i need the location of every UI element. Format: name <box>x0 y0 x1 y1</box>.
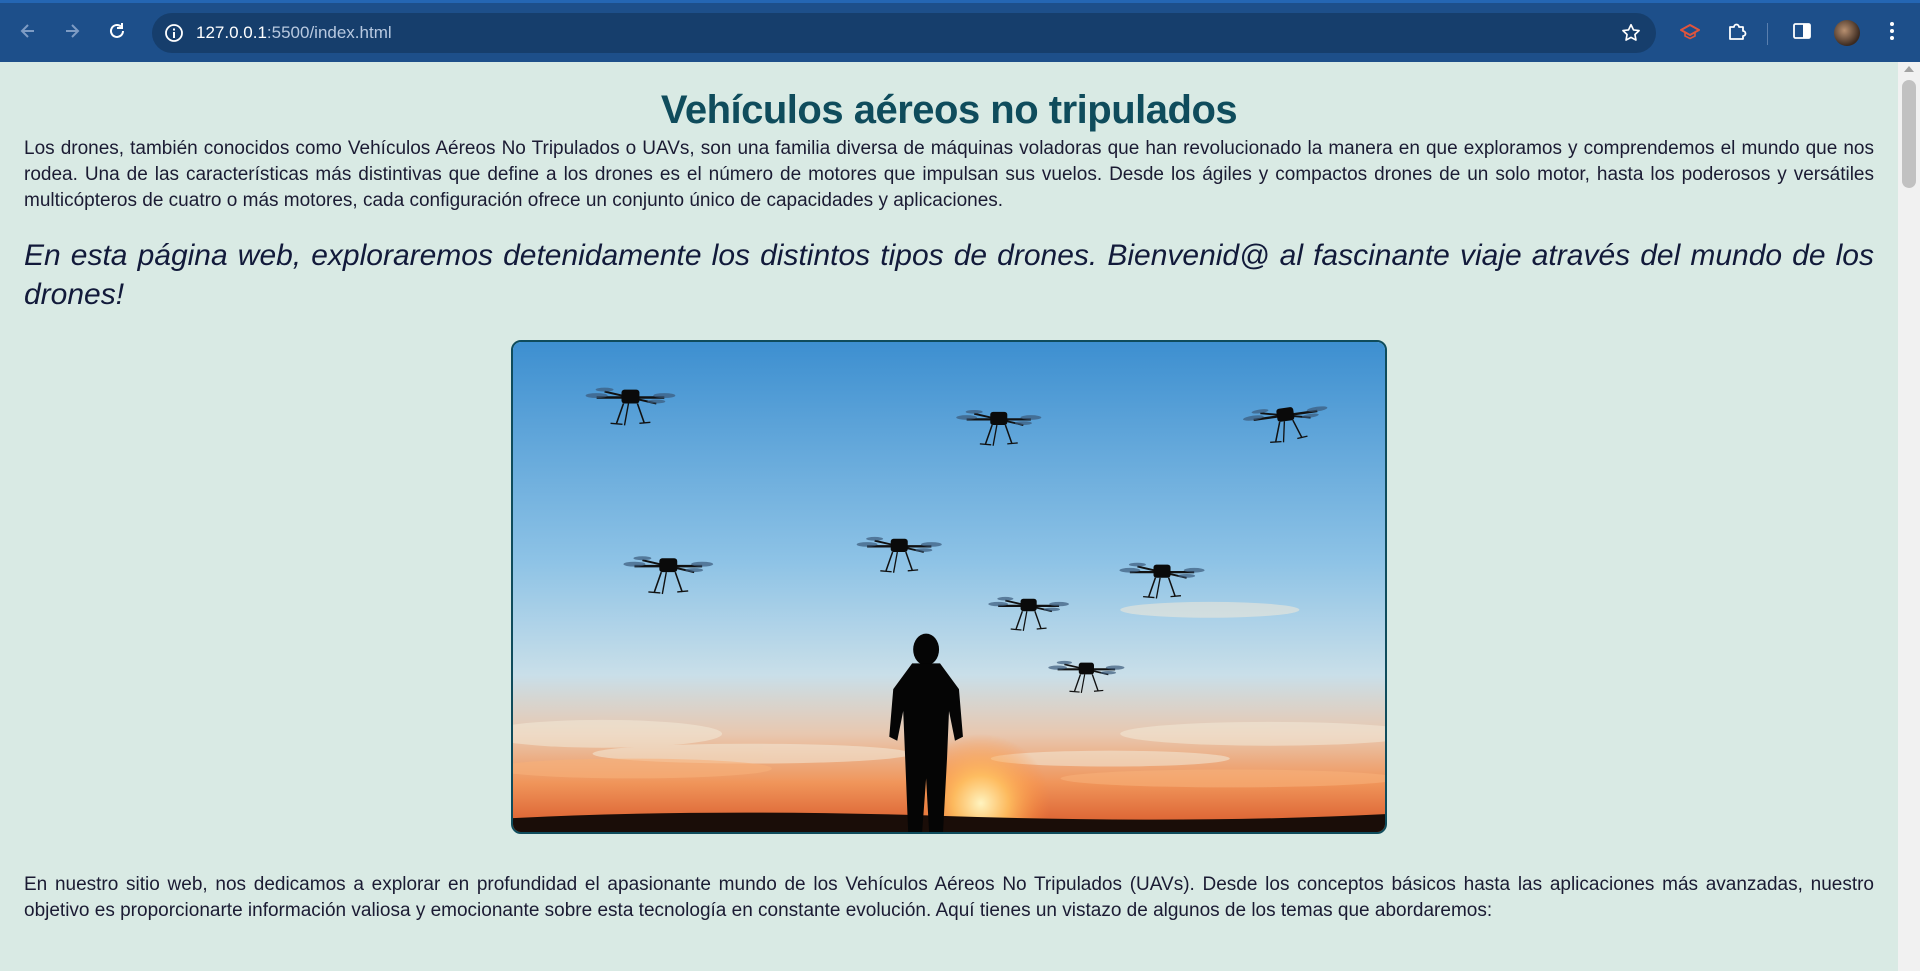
toolbar-divider <box>1767 23 1768 45</box>
scrollbar-thumb[interactable] <box>1902 80 1916 188</box>
graduation-cap-icon <box>1680 24 1700 40</box>
back-button[interactable] <box>14 17 42 45</box>
reload-icon <box>110 23 124 38</box>
puzzle-icon <box>1729 23 1747 40</box>
extensions-button[interactable] <box>1725 19 1749 43</box>
drones-sunset-illustration <box>513 342 1385 832</box>
forward-button[interactable] <box>58 17 86 45</box>
info-icon[interactable] <box>164 23 184 43</box>
arrow-right-icon <box>66 24 80 38</box>
side-panel-icon <box>1793 23 1811 39</box>
page-title: Vehículos aéreos no tripulados <box>660 88 1238 132</box>
url-host: 127.0.0.1 <box>196 23 267 42</box>
hero-image <box>511 340 1387 834</box>
browser-toolbar: 127.0.0.1:5500/index.html <box>0 0 1920 62</box>
page-viewport: Vehículos aéreos no tripulados Los drone… <box>0 62 1898 971</box>
url-text[interactable]: 127.0.0.1:5500/index.html <box>196 23 392 43</box>
arrow-left-icon <box>20 24 34 38</box>
welcome-paragraph: En esta página web, exploraremos detenid… <box>24 239 1874 311</box>
page-scrollbar[interactable] <box>1898 62 1920 971</box>
intro-paragraph: Los drones, también conocidos como Vehíc… <box>24 138 1874 211</box>
avatar[interactable] <box>1834 20 1860 46</box>
menu-button[interactable] <box>1880 19 1904 43</box>
star-icon[interactable] <box>1620 22 1642 44</box>
page-content: Vehículos aéreos no tripulados Los drone… <box>0 88 1898 924</box>
extension-button[interactable] <box>1678 19 1702 43</box>
side-panel-button[interactable] <box>1790 19 1814 43</box>
reload-button[interactable] <box>103 17 131 45</box>
body-paragraph: En nuestro sitio web, nos dedicamos a ex… <box>24 874 1874 921</box>
scroll-up-icon[interactable] <box>1904 66 1914 72</box>
kebab-menu-icon <box>1890 22 1894 40</box>
url-path: :5500/index.html <box>266 23 392 42</box>
address-bar[interactable]: 127.0.0.1:5500/index.html <box>152 13 1656 53</box>
